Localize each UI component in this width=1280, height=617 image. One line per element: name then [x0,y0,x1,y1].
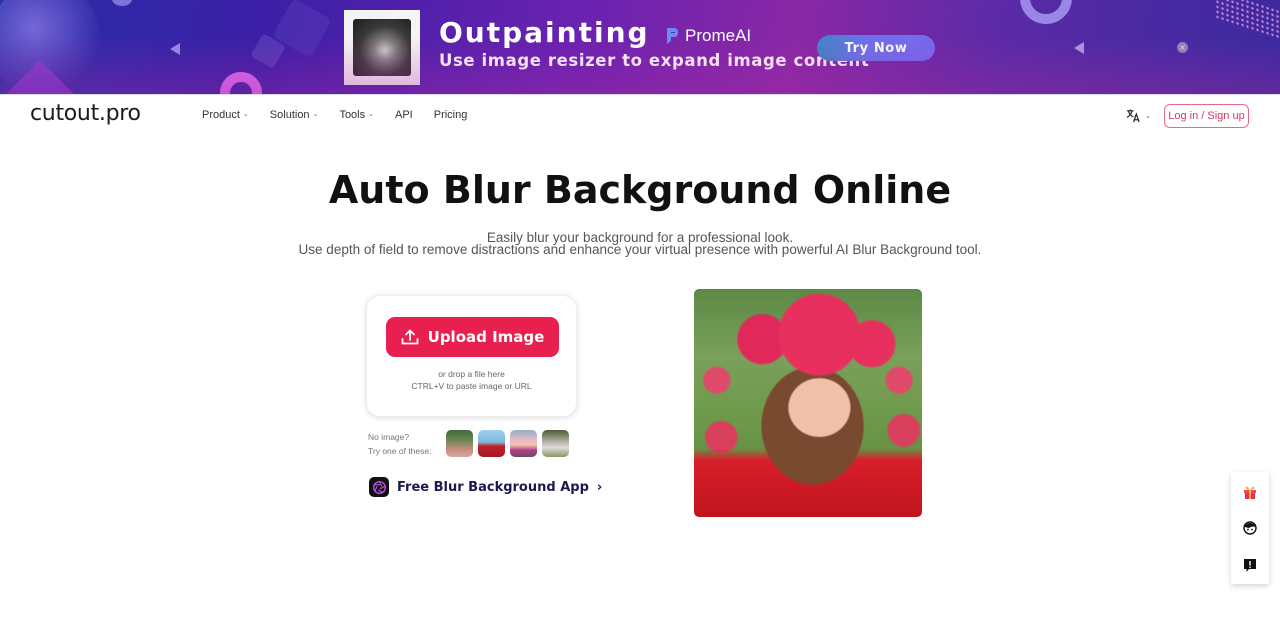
nav-item-label: Product [202,109,240,121]
upload-image-button[interactable]: Upload Image [386,317,559,357]
login-signup-button[interactable]: Log in / Sign up [1164,104,1249,128]
sample-image-4[interactable] [542,430,569,457]
nav-item-label: Tools [339,109,366,121]
sample-image-2[interactable] [478,430,505,457]
banner-close-icon[interactable]: × [1177,42,1188,53]
gift-button[interactable] [1231,477,1269,507]
upload-dropzone[interactable]: Upload Image or drop a file here CTRL+V … [366,295,577,417]
nav-item-product[interactable]: Product ⌄ [202,109,249,121]
sample-prompt-line2: Try one of these: [368,446,432,456]
floating-side-toolbar [1231,472,1269,584]
banner-subtitle: Use image resizer to expand image conten… [439,51,870,70]
sample-prompt-line1: No image? [368,432,410,442]
cutout-pro-logo[interactable]: cutout.pro [30,101,141,126]
gift-icon [1244,486,1256,499]
nav-item-label: Pricing [433,109,468,121]
feedback-icon [1244,559,1256,572]
support-agent-icon [1243,521,1257,535]
nav-menu: Product ⌄ Solution ⌄ Tools ⌄ API Pricing [202,109,488,121]
page-subtitle-line2: Use depth of field to remove distraction… [298,242,982,257]
nav-item-label: API [395,109,413,121]
sample-images [446,430,569,457]
nav-item-solution[interactable]: Solution ⌄ [270,109,319,121]
upload-button-label: Upload Image [427,328,545,346]
try-now-button[interactable]: Try Now [817,35,935,61]
page-title: Auto Blur Background Online [328,168,952,212]
nav-item-label: Solution [269,109,310,121]
sample-image-1[interactable] [446,430,473,457]
promo-banner[interactable]: Outpainting Use image resizer to expand … [0,0,1280,95]
banner-ring-decoration [1020,0,1072,24]
feedback-button[interactable] [1231,550,1269,580]
aperture-icon [372,480,386,494]
banner-thumbnail [344,10,420,85]
blur-app-icon [369,477,389,497]
banner-brand: PromeAI [665,26,751,46]
language-selector[interactable]: ⌄ [1126,108,1151,123]
banner-thumbnail-image [353,19,411,76]
drop-file-hint: or drop a file here [438,369,505,379]
banner-title: Outpainting [439,16,650,49]
banner-ring-decoration [220,72,262,94]
chevron-right-icon: › [596,479,603,495]
top-navigation: cutout.pro Product ⌄ Solution ⌄ Tools ⌄ … [0,95,1280,139]
free-blur-app-label: Free Blur Background App [397,479,589,495]
chevron-down-icon: ⌄ [368,111,374,118]
paste-hint: CTRL+V to paste image or URL [411,381,532,391]
free-blur-app-link[interactable]: Free Blur Background App › [369,477,602,497]
chevron-down-icon: ⌄ [312,111,319,118]
banner-triangle-decoration [1074,42,1084,54]
banner-dots-decoration [1215,0,1280,42]
promeai-logo-icon [667,28,678,44]
nav-item-tools[interactable]: Tools ⌄ [339,109,374,121]
demo-image [694,289,922,517]
upload-icon [401,329,419,345]
banner-dot-decoration [112,0,132,6]
sample-image-3[interactable] [510,430,537,457]
nav-item-api[interactable]: API [395,109,413,121]
translate-icon [1126,109,1140,123]
banner-brand-name: PromeAI [685,26,752,45]
nav-item-pricing[interactable]: Pricing [434,109,468,121]
banner-triangle-decoration [0,60,80,94]
chevron-down-icon: ⌄ [242,111,249,118]
support-button[interactable] [1231,513,1269,543]
banner-triangle-decoration [170,43,180,55]
chevron-down-icon: ⌄ [1145,111,1151,120]
